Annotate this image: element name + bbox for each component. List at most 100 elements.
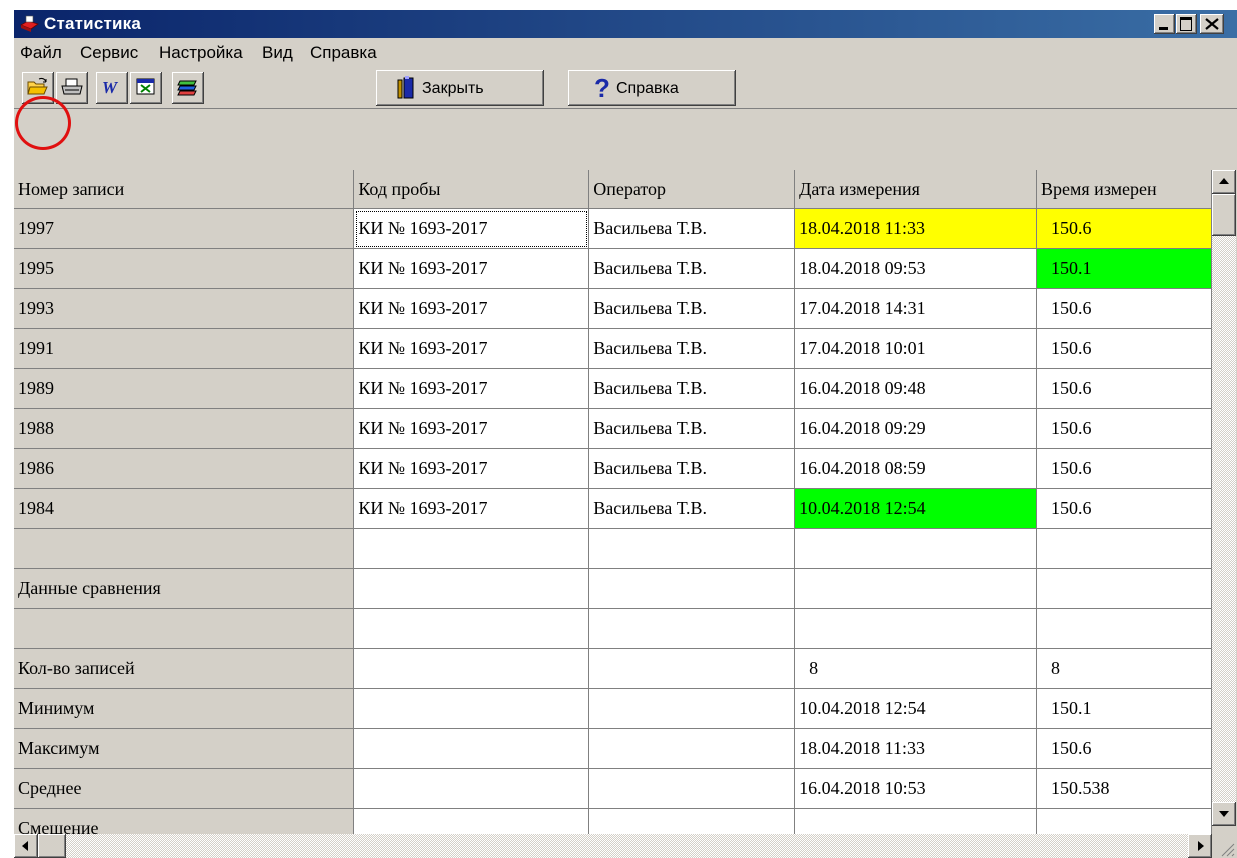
table-cell[interactable]: 1989 bbox=[14, 368, 355, 409]
table-cell[interactable]: 10.04.2018 12:54 bbox=[794, 488, 1038, 529]
table-cell[interactable] bbox=[588, 688, 796, 729]
table-row[interactable]: 1997 КИ № 1693-2017 Васильева Т.В. 18.04.20… bbox=[14, 208, 1212, 249]
statistics-grid[interactable]: Номер записи Код пробы Оператор Дата измере… bbox=[14, 170, 1212, 842]
table-cell[interactable] bbox=[1036, 528, 1212, 569]
table-cell[interactable]: Васильева Т.В. bbox=[588, 208, 796, 249]
table-cell[interactable] bbox=[353, 568, 590, 609]
table-cell[interactable]: 150.6 bbox=[1036, 208, 1212, 249]
table-cell[interactable] bbox=[353, 688, 590, 729]
table-cell[interactable] bbox=[353, 768, 590, 809]
vertical-scrollbar[interactable] bbox=[1212, 170, 1236, 826]
table-cell[interactable] bbox=[353, 648, 590, 689]
table-cell[interactable]: 150.6 bbox=[1036, 488, 1212, 529]
table-cell[interactable]: 150.6 bbox=[1036, 368, 1212, 409]
table-cell[interactable]: Васильева Т.В. bbox=[588, 488, 796, 529]
table-cell[interactable] bbox=[588, 728, 796, 769]
title-bar[interactable]: Статистика bbox=[14, 10, 1237, 38]
menu-settings[interactable]: Настройка bbox=[159, 43, 243, 63]
table-cell[interactable]: 18.04.2018 11:33 bbox=[794, 208, 1038, 249]
stats-value[interactable]: 150.1 bbox=[1036, 688, 1212, 729]
table-cell[interactable]: Васильева Т.В. bbox=[588, 448, 796, 489]
table-cell[interactable]: 16.04.2018 08:59 bbox=[794, 448, 1038, 489]
table-cell[interactable] bbox=[588, 608, 796, 649]
column-header[interactable]: Оператор bbox=[588, 170, 796, 209]
stats-date[interactable]: 16.04.2018 10:53 bbox=[794, 768, 1038, 809]
table-cell[interactable] bbox=[588, 648, 796, 689]
export-word-button[interactable]: W bbox=[96, 72, 128, 104]
maximize-button[interactable] bbox=[1176, 14, 1197, 34]
table-cell[interactable]: КИ № 1693-2017 bbox=[353, 208, 590, 249]
table-row[interactable]: 1993 КИ № 1693-2017 Васильева Т.В. 17.04.20… bbox=[14, 288, 1212, 329]
stats-row[interactable]: Максимум 18.04.2018 11:33 150.6 bbox=[14, 728, 1212, 769]
scroll-down-button[interactable] bbox=[1212, 802, 1236, 826]
print-button[interactable] bbox=[56, 72, 88, 104]
table-cell[interactable]: КИ № 1693-2017 bbox=[353, 288, 590, 329]
table-cell[interactable]: 1995 bbox=[14, 248, 355, 289]
stats-date[interactable]: 18.04.2018 11:33 bbox=[794, 728, 1038, 769]
scroll-up-button[interactable] bbox=[1212, 170, 1236, 194]
table-cell[interactable]: КИ № 1693-2017 bbox=[353, 408, 590, 449]
menu-view[interactable]: Вид bbox=[262, 43, 293, 63]
size-grip[interactable] bbox=[1212, 834, 1237, 858]
stats-row[interactable]: Минимум 10.04.2018 12:54 150.1 bbox=[14, 688, 1212, 729]
menu-service[interactable]: Сервис bbox=[80, 43, 138, 63]
table-cell[interactable]: 150.6 bbox=[1036, 448, 1212, 489]
table-cell[interactable]: КИ № 1693-2017 bbox=[353, 488, 590, 529]
table-cell[interactable]: 1991 bbox=[14, 328, 355, 369]
table-cell[interactable]: Васильева Т.В. bbox=[588, 368, 796, 409]
table-cell[interactable]: 17.04.2018 14:31 bbox=[794, 288, 1038, 329]
table-cell[interactable]: Васильева Т.В. bbox=[588, 328, 796, 369]
stats-label[interactable]: Максимум bbox=[14, 728, 355, 769]
table-cell[interactable] bbox=[588, 768, 796, 809]
table-cell[interactable]: 1988 bbox=[14, 408, 355, 449]
table-cell[interactable]: 150.6 bbox=[1036, 328, 1212, 369]
table-cell[interactable] bbox=[353, 608, 590, 649]
table-cell[interactable]: КИ № 1693-2017 bbox=[353, 448, 590, 489]
table-cell[interactable]: 1984 bbox=[14, 488, 355, 529]
table-cell[interactable]: КИ № 1693-2017 bbox=[353, 328, 590, 369]
table-cell[interactable] bbox=[588, 528, 796, 569]
table-row[interactable]: 1991 КИ № 1693-2017 Васильева Т.В. 17.04.20… bbox=[14, 328, 1212, 369]
table-cell[interactable] bbox=[353, 528, 590, 569]
stats-label[interactable]: Среднее bbox=[14, 768, 355, 809]
table-cell[interactable]: 150.6 bbox=[1036, 408, 1212, 449]
column-header[interactable]: Номер записи bbox=[14, 170, 355, 209]
table-cell[interactable]: КИ № 1693-2017 bbox=[353, 248, 590, 289]
stats-row[interactable]: Среднее 16.04.2018 10:53 150.538 bbox=[14, 768, 1212, 809]
table-cell[interactable] bbox=[588, 568, 796, 609]
table-cell[interactable] bbox=[794, 608, 1038, 649]
close-window-button[interactable] bbox=[1200, 14, 1224, 34]
table-cell[interactable] bbox=[794, 568, 1038, 609]
table-row[interactable]: 1988 КИ № 1693-2017 Васильева Т.В. 16.04.20… bbox=[14, 408, 1212, 449]
table-cell[interactable] bbox=[14, 608, 355, 649]
column-header[interactable]: Время измерен bbox=[1036, 170, 1212, 209]
table-cell[interactable]: 16.04.2018 09:29 bbox=[794, 408, 1038, 449]
stats-label[interactable]: Минимум bbox=[14, 688, 355, 729]
stats-label[interactable]: Кол-во записей bbox=[14, 648, 355, 689]
comparison-row[interactable]: Данные сравнения bbox=[14, 568, 1212, 609]
help-button[interactable]: ? Справка bbox=[568, 70, 736, 106]
export-excel-button[interactable] bbox=[130, 72, 162, 104]
stats-date[interactable]: 8 bbox=[794, 648, 1038, 689]
table-cell[interactable] bbox=[794, 528, 1038, 569]
empty-row[interactable] bbox=[14, 528, 1212, 569]
table-cell[interactable]: 150.6 bbox=[1036, 288, 1212, 329]
column-header[interactable]: Код пробы bbox=[353, 170, 590, 209]
table-row[interactable]: 1995 КИ № 1693-2017 Васильева Т.В. 18.04.20… bbox=[14, 248, 1212, 289]
scroll-right-button[interactable] bbox=[1188, 834, 1212, 858]
empty-row[interactable] bbox=[14, 608, 1212, 649]
minimize-button[interactable] bbox=[1154, 14, 1175, 34]
table-cell[interactable] bbox=[1036, 568, 1212, 609]
table-cell[interactable]: 17.04.2018 10:01 bbox=[794, 328, 1038, 369]
table-cell[interactable]: 16.04.2018 09:48 bbox=[794, 368, 1038, 409]
table-cell[interactable]: Васильева Т.В. bbox=[588, 408, 796, 449]
scroll-left-button[interactable] bbox=[14, 834, 38, 858]
stats-value[interactable]: 150.538 bbox=[1036, 768, 1212, 809]
table-cell[interactable]: Данные сравнения bbox=[14, 568, 355, 609]
table-cell[interactable]: 18.04.2018 09:53 bbox=[794, 248, 1038, 289]
table-cell[interactable]: 1993 bbox=[14, 288, 355, 329]
table-cell[interactable] bbox=[14, 528, 355, 569]
stats-value[interactable]: 8 bbox=[1036, 648, 1212, 689]
horizontal-scrollbar[interactable] bbox=[14, 834, 1212, 858]
table-cell[interactable] bbox=[1036, 608, 1212, 649]
